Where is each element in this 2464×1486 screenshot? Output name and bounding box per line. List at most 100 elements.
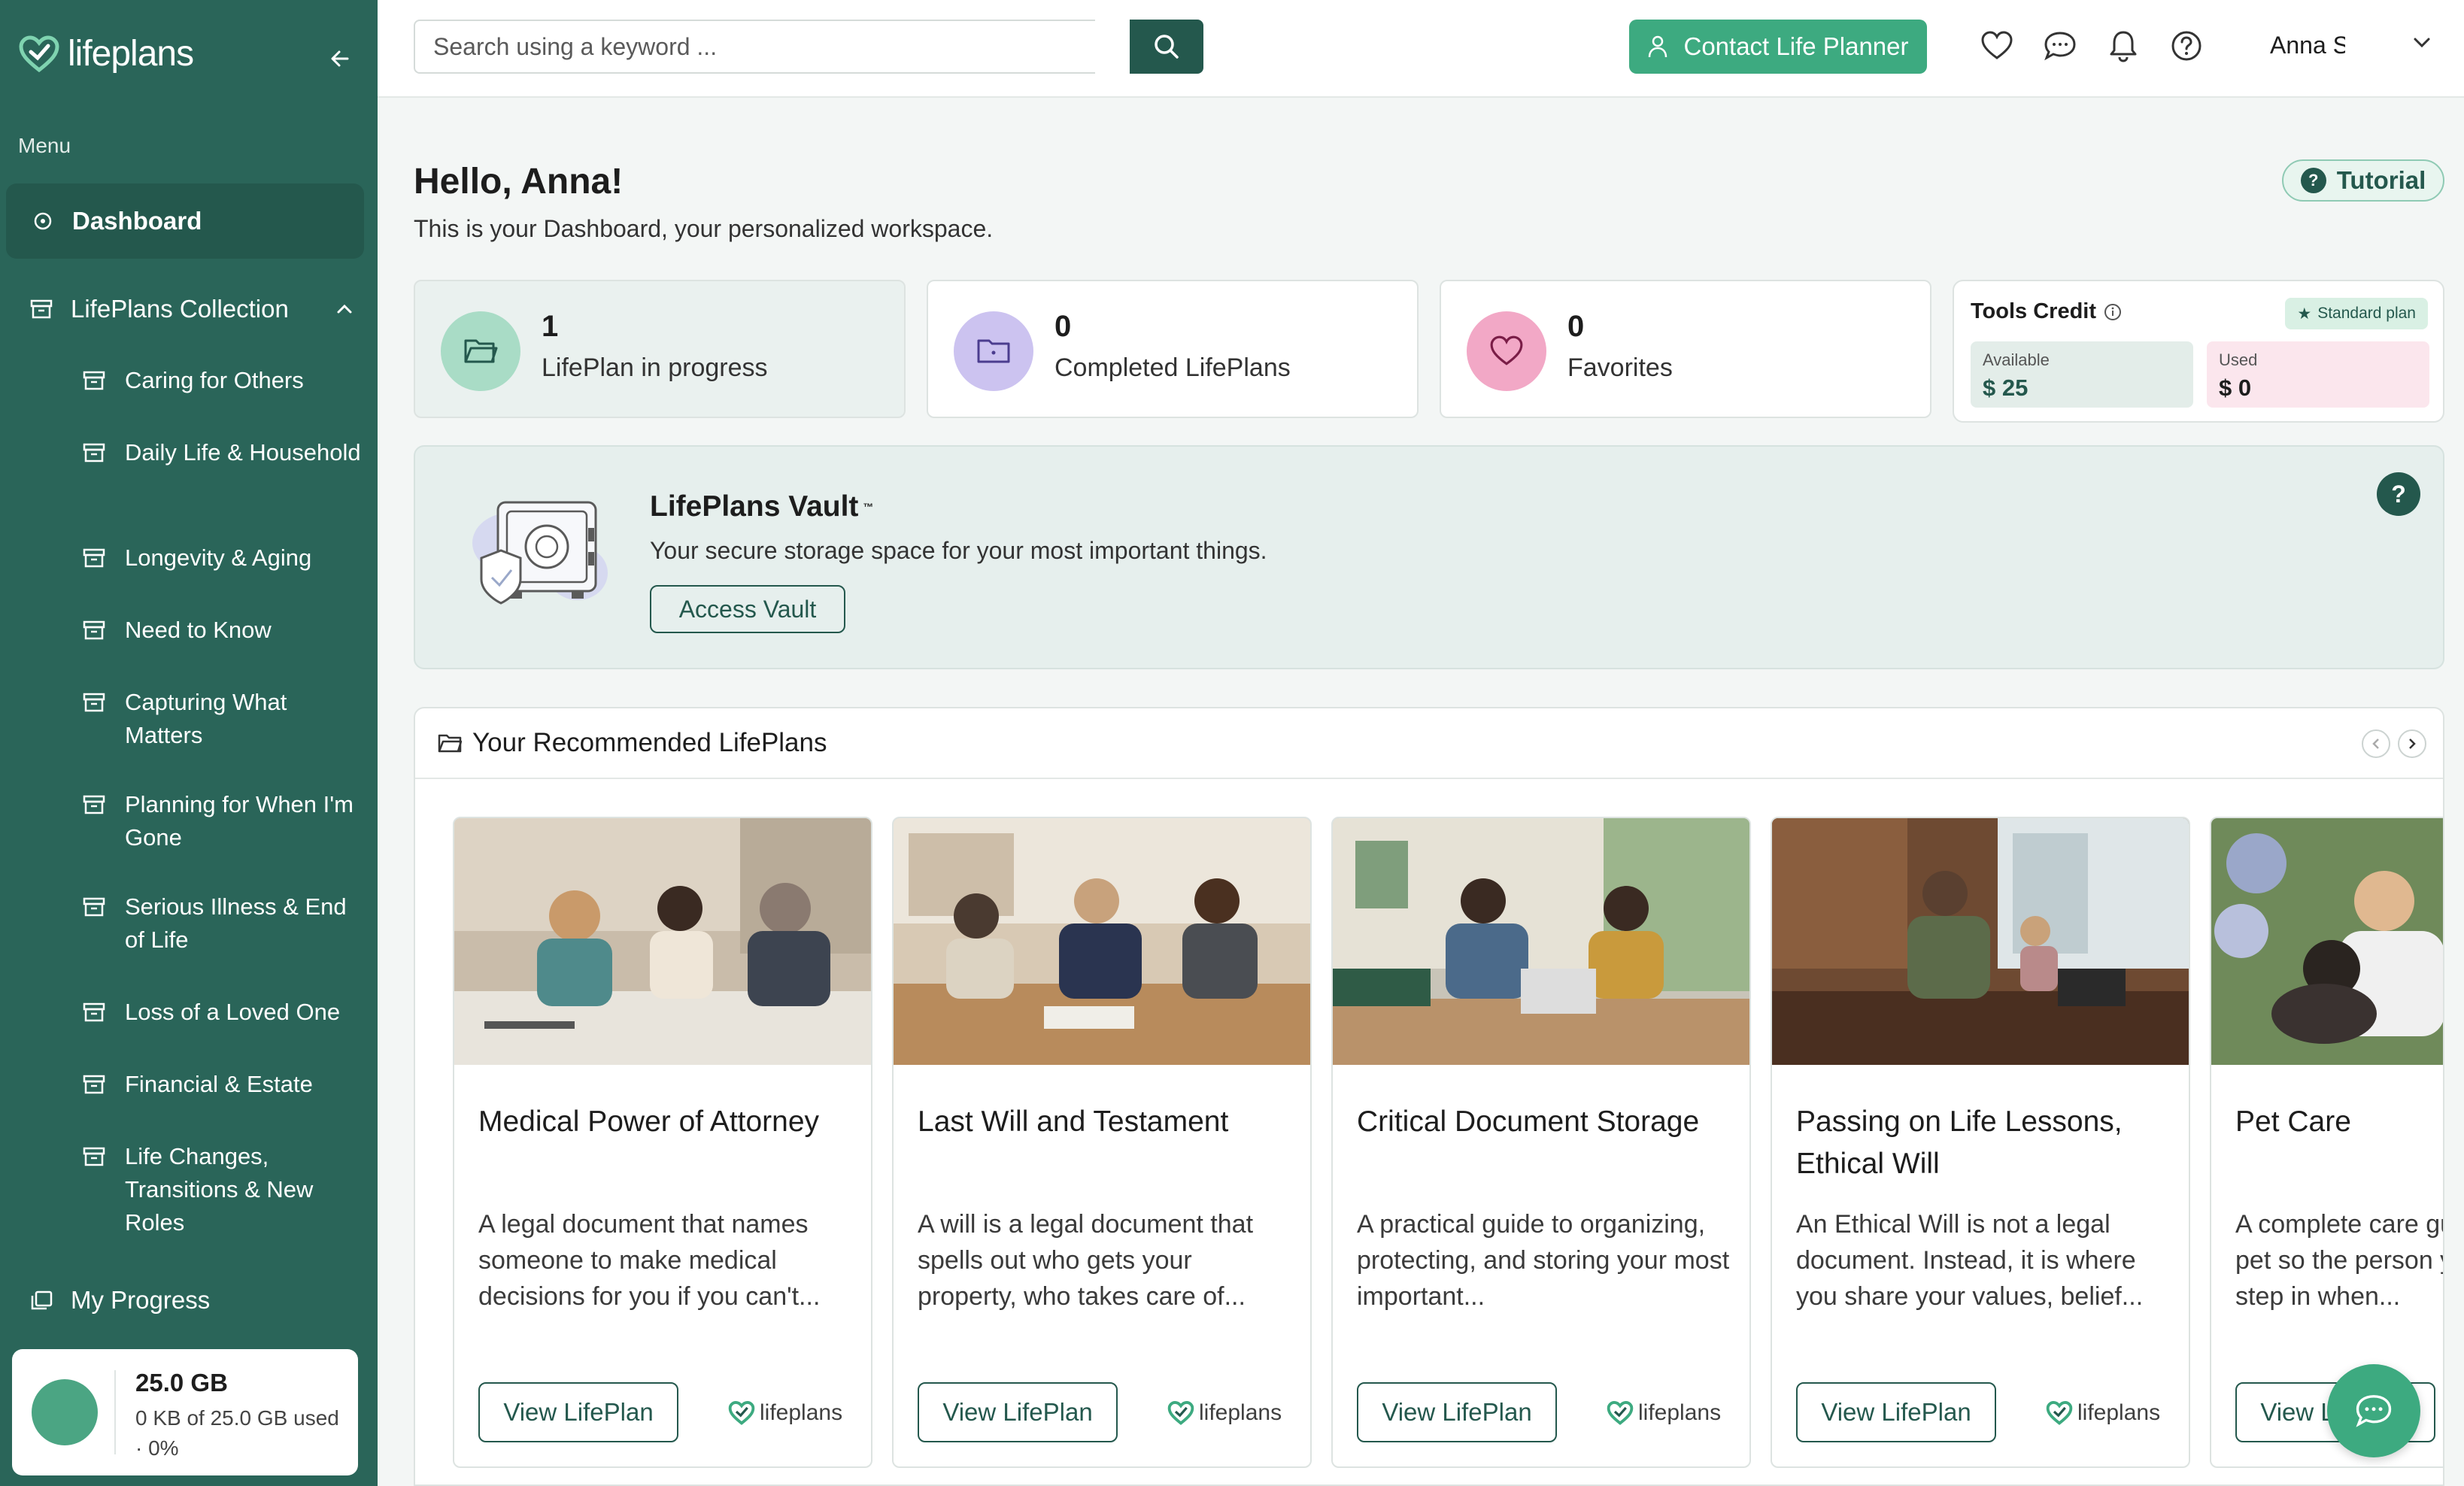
arrow-left-icon	[331, 50, 349, 67]
trademark: ™	[863, 501, 874, 513]
recommended-section: Your Recommended LifePlans Medical Power…	[414, 707, 2444, 1486]
sidebar-item-lifeplans-collection[interactable]: LifePlans Collection	[30, 290, 354, 328]
heart-logo-icon	[1607, 1401, 1634, 1425]
stat-card-in-progress[interactable]: 1 LifePlan in progress	[414, 280, 906, 418]
plan-badge: ★ Standard plan	[2285, 298, 2428, 329]
lifeplan-description: A practical guide to organizing, protect…	[1357, 1210, 1730, 1311]
chat-bubble-icon	[2044, 32, 2076, 61]
sidebar-item-loss-of-loved-one[interactable]: Loss of a Loved One	[83, 996, 369, 1029]
carousel-next-button[interactable]	[2398, 729, 2426, 758]
page-subtitle: This is your Dashboard, your personalize…	[414, 215, 994, 242]
help-button[interactable]	[2169, 29, 2204, 63]
chat-support-button[interactable]	[2327, 1364, 2420, 1457]
lifeplan-card[interactable]: Critical Document Storage A practical gu…	[1331, 817, 1751, 1468]
archive-icon	[83, 443, 105, 462]
sidebar-item-label: LifePlans Collection	[71, 295, 289, 323]
folder-icon	[438, 734, 462, 753]
chevron-down-icon	[2414, 38, 2430, 48]
credit-available-label: Available	[1983, 350, 2050, 369]
sidebar-item-label: Planning for When I'm Gone	[125, 791, 354, 851]
chevron-up-icon	[337, 304, 352, 314]
archive-icon	[30, 299, 53, 319]
sidebar-item-my-progress[interactable]: My Progress	[30, 1286, 210, 1315]
heart-icon	[1490, 335, 1523, 365]
vault-panel: LifePlans Vault ™ Your secure storage sp…	[414, 445, 2444, 669]
heart-logo-icon	[728, 1401, 755, 1425]
vault-subtitle: Your secure storage space for your most …	[650, 537, 1267, 564]
access-vault-button[interactable]: Access Vault	[650, 585, 845, 633]
view-lifeplan-button[interactable]: View LifePlan	[918, 1382, 1118, 1442]
sidebar-item-label: Caring for Others	[125, 367, 304, 393]
carousel-prev-button[interactable]	[2362, 729, 2390, 758]
lifeplan-card[interactable]: Pet Care A complete care guide for your …	[2210, 817, 2443, 1468]
messages-button[interactable]	[2043, 29, 2077, 63]
stat-value: 0	[1054, 310, 1072, 343]
search-input[interactable]	[414, 20, 1095, 74]
plan-label: Standard plan	[2317, 305, 2416, 322]
sidebar-item-dashboard[interactable]: Dashboard	[6, 183, 364, 259]
chevron-right-icon	[2409, 738, 2416, 749]
sidebar-item-serious-illness[interactable]: Serious Illness & End of Life	[83, 890, 369, 957]
notifications-button[interactable]	[2106, 29, 2141, 63]
archive-icon	[83, 693, 105, 712]
favorites-button[interactable]	[1980, 29, 2014, 63]
chevron-left-icon	[2372, 738, 2379, 749]
sidebar-item-planning-when-gone[interactable]: Planning for When I'm Gone	[83, 788, 369, 854]
card-brand-name: lifeplans	[1638, 1400, 1722, 1425]
stat-label: Completed LifePlans	[1054, 353, 1291, 382]
user-name[interactable]: Anna S	[2270, 32, 2345, 59]
person-icon	[1649, 35, 1667, 58]
sidebar-item-daily-life[interactable]: Daily Life & Household	[83, 436, 369, 469]
vault-help-button[interactable]: ?	[2377, 472, 2420, 516]
question-icon: ?	[2300, 168, 2326, 193]
view-lifeplan-button[interactable]: View LifePlan	[1357, 1382, 1557, 1442]
view-lifeplan-button[interactable]: View LifePlan	[1796, 1382, 1996, 1442]
lifeplan-description: A will is a legal document that spells o…	[918, 1210, 1254, 1311]
star-icon: ★	[2297, 305, 2312, 323]
stat-card-favorites[interactable]: 0 Favorites	[1440, 280, 1931, 418]
archive-icon	[83, 371, 105, 390]
tutorial-button[interactable]: ? Tutorial	[2282, 159, 2444, 202]
lifeplans-logo[interactable]: lifeplans	[18, 33, 194, 74]
collapse-sidebar-button[interactable]	[325, 44, 355, 74]
lifeplan-title: Pet Care	[2235, 1105, 2351, 1138]
credit-available: Available $ 25	[1971, 341, 2193, 408]
credit-title: Tools Credit	[1971, 299, 2122, 324]
credit-title-text: Tools Credit	[1971, 299, 2097, 323]
lifeplan-image	[1333, 818, 1749, 1065]
sidebar-item-financial-estate[interactable]: Financial & Estate	[83, 1068, 369, 1101]
sidebar-item-capturing-what-matters[interactable]: Capturing What Matters	[83, 686, 369, 752]
question-circle-icon	[2171, 31, 2202, 61]
sidebar-item-need-to-know[interactable]: Need to Know	[83, 614, 369, 647]
lifeplan-title: Critical Document Storage	[1357, 1105, 1700, 1138]
archive-icon	[83, 897, 105, 917]
sidebar-item-life-changes[interactable]: Life Changes, Transitions & New Roles	[83, 1140, 369, 1239]
lifeplan-card[interactable]: Last Will and Testament A will is a lega…	[892, 817, 1312, 1468]
sidebar-item-label: My Progress	[71, 1286, 211, 1314]
folder-open-icon	[464, 339, 498, 363]
search-button[interactable]	[1130, 20, 1203, 74]
archive-icon	[83, 620, 105, 640]
card-brand-name: lifeplans	[1199, 1400, 1282, 1425]
chat-bubble-icon	[2356, 1395, 2392, 1427]
user-menu-toggle[interactable]	[2411, 35, 2432, 53]
sidebar-item-longevity[interactable]: Longevity & Aging	[83, 541, 369, 575]
stat-label: Favorites	[1567, 353, 1673, 382]
lifeplan-card[interactable]: Passing on Life Lessons, Ethical Will An…	[1771, 817, 2190, 1468]
view-lifeplan-button[interactable]: View LifePlan	[478, 1382, 678, 1442]
lifeplan-title: Passing on Life Lessons, Ethical Will	[1796, 1105, 2123, 1180]
contact-life-planner-button[interactable]: Contact Life Planner	[1629, 20, 1927, 74]
sidebar: lifeplans Menu Dashboard LifePlans Colle…	[0, 0, 378, 1486]
lifeplan-image	[454, 818, 871, 1065]
vault-safe-icon	[472, 501, 608, 605]
sidebar-item-caring-for-others[interactable]: Caring for Others	[83, 364, 369, 397]
stat-icon-wrap	[954, 311, 1033, 391]
tools-credit-card: Tools Credit ★ Standard plan Available $…	[1953, 280, 2444, 423]
sidebar-item-label: Longevity & Aging	[125, 544, 312, 571]
topbar: Contact Life Planner Anna S	[378, 0, 2464, 98]
lifeplan-card[interactable]: Medical Power of Attorney A legal docume…	[453, 817, 872, 1468]
credit-available-value: $ 25	[1983, 375, 2029, 401]
stat-card-completed[interactable]: 0 Completed LifePlans	[927, 280, 1419, 418]
info-icon[interactable]	[2104, 303, 2122, 321]
brand-name: lifeplans	[68, 34, 194, 74]
